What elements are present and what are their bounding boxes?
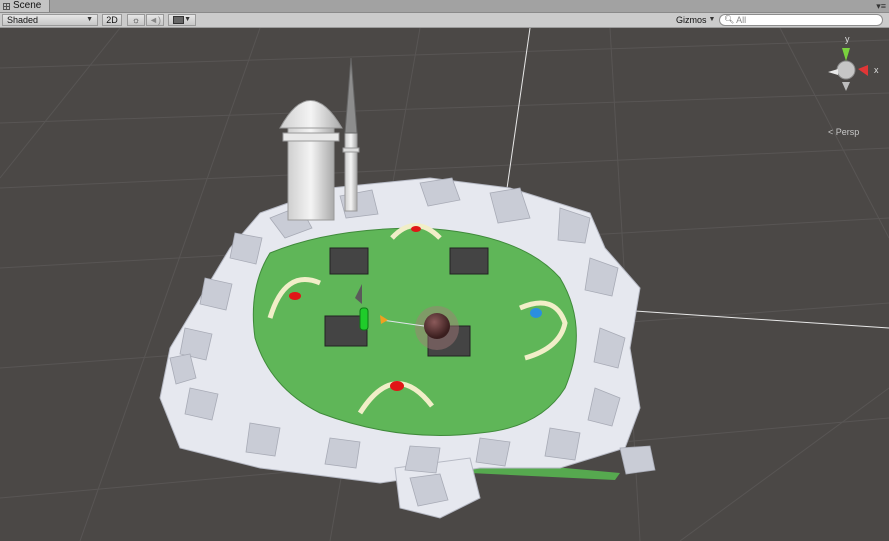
effects-dropdown[interactable]: ▼: [168, 14, 196, 26]
chevron-down-icon: ▼: [184, 16, 191, 23]
projection-label: Persp: [835, 127, 860, 137]
back-arrow-icon: <: [828, 127, 834, 137]
tab-bar: Scene ▾≡: [0, 0, 889, 13]
gizmos-label: Gizmos: [676, 15, 707, 25]
scene-grid-icon: [3, 2, 10, 10]
mosque-dome-tower: [279, 100, 343, 221]
draw-mode-dropdown[interactable]: Shaded ▼: [2, 14, 98, 26]
audio-toggle[interactable]: ◄): [146, 14, 164, 26]
tab-menu-icon[interactable]: ▾≡: [876, 1, 886, 12]
projection-toggle[interactable]: < Persp: [828, 127, 859, 137]
image-icon: [173, 16, 184, 24]
gizmo-x-label: x: [874, 65, 879, 75]
toggle-2d-button[interactable]: 2D: [102, 14, 122, 26]
chevron-down-icon: ▼: [708, 16, 716, 23]
scene-render: y x: [0, 28, 889, 541]
scene-viewport[interactable]: y x < Persp: [0, 28, 889, 541]
scene-toolbar: Shaded ▼ 2D ☼ ◄) ▼ Gizmos ▼ 🔍︎ All: [0, 13, 889, 28]
toggle-2d-label: 2D: [106, 15, 118, 25]
minaret: [342, 57, 360, 212]
magnifier-icon: 🔍︎: [724, 15, 735, 24]
player-character[interactable]: [359, 307, 369, 331]
sun-icon: ☼: [131, 15, 141, 25]
scene-orientation-gizmo[interactable]: [828, 48, 868, 91]
search-input[interactable]: 🔍︎ All: [719, 14, 883, 26]
draw-mode-label: Shaded: [7, 15, 39, 25]
chevron-down-icon: ▼: [86, 16, 93, 23]
tab-scene[interactable]: Scene: [0, 0, 51, 12]
search-placeholder: All: [736, 15, 747, 25]
lighting-toggle[interactable]: ☼: [127, 14, 145, 26]
speaker-icon: ◄): [149, 15, 161, 25]
gizmo-y-label: y: [845, 34, 850, 44]
tab-scene-label: Scene: [13, 0, 42, 11]
ball[interactable]: [424, 313, 450, 339]
gizmos-dropdown[interactable]: Gizmos ▼: [672, 14, 716, 26]
